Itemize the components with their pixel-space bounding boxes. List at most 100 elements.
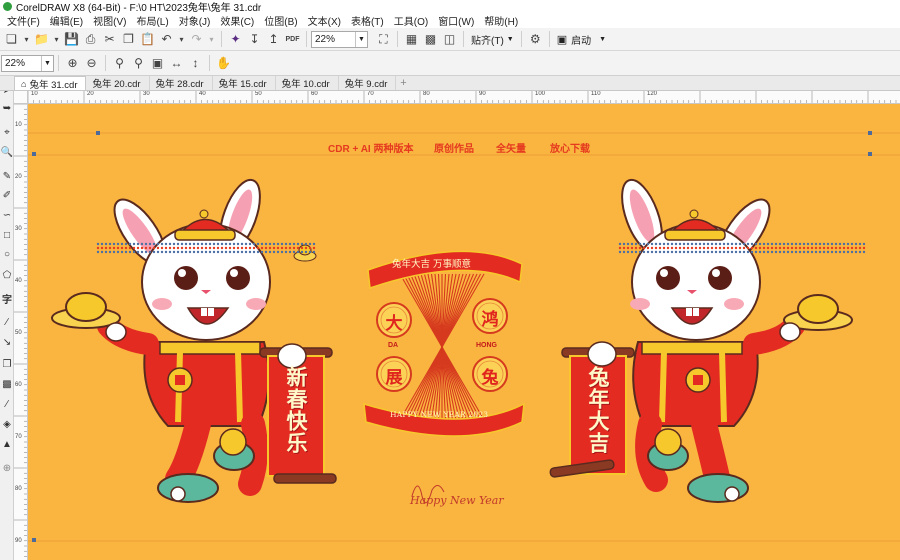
drop-shadow-icon[interactable]: ❐	[1, 358, 13, 370]
open-dropdown-icon[interactable]: ▾	[51, 30, 62, 49]
scroll-couplet-right[interactable]: 兔年大吉	[583, 366, 613, 454]
selection-handle[interactable]	[32, 152, 36, 156]
chevron-down-icon[interactable]: ▼	[355, 31, 367, 47]
chevron-down-icon[interactable]: ▼	[41, 55, 53, 71]
property-zoom-combo[interactable]: 22% ▼	[1, 54, 54, 72]
launch-button[interactable]: ▣ 启动 ▼	[554, 30, 609, 49]
full-screen-icon[interactable]: ⛶	[374, 30, 393, 49]
connector-tool-icon[interactable]: ↘	[1, 336, 13, 348]
medal-hong[interactable]: 鸿	[475, 305, 505, 330]
ellipse-tool-icon[interactable]: ○	[1, 248, 13, 260]
undo-icon[interactable]: ↶	[157, 30, 176, 49]
menu-object[interactable]: 对象(J)	[174, 13, 216, 28]
tab-document-10[interactable]: 兔年 10.cdr	[276, 76, 339, 90]
menu-file[interactable]: 文件(F)	[2, 13, 45, 28]
ruler-origin-corner[interactable]	[14, 91, 28, 104]
text-tool-icon[interactable]: 字	[1, 292, 13, 306]
zoom-to-selected-icon[interactable]: ⚲	[110, 54, 129, 73]
selection-handle[interactable]	[96, 131, 100, 135]
pan-hand-icon[interactable]: ✋	[214, 54, 233, 73]
menu-tools[interactable]: 工具(O)	[389, 13, 433, 28]
show-guidelines-icon[interactable]: ◫	[440, 30, 459, 49]
banner-versions-text[interactable]: CDR + AI 两种版本	[328, 140, 413, 155]
banner-vector-text[interactable]: 全矢量	[496, 140, 526, 155]
import-icon[interactable]: ↧	[245, 30, 264, 49]
badge-top-text[interactable]: 兔年大吉 万事顺意	[392, 256, 471, 270]
selection-handle[interactable]	[32, 538, 36, 542]
banner-original-text[interactable]: 原创作品	[434, 140, 474, 155]
transparency-tool-icon[interactable]: ▩	[1, 378, 13, 390]
scroll-couplet-left[interactable]: 新春快乐	[281, 366, 311, 454]
zoom-to-all-objects-icon[interactable]: ⚲	[129, 54, 148, 73]
badge-bottom-text[interactable]: HAPPY NEW YEAR 2023	[390, 410, 488, 419]
menu-edit[interactable]: 编辑(E)	[45, 13, 88, 28]
zoom-out-icon[interactable]: ⊖	[82, 54, 101, 73]
medal-da[interactable]: 大	[379, 309, 409, 334]
redo-dropdown-icon[interactable]: ▾	[206, 30, 217, 49]
undo-dropdown-icon[interactable]: ▾	[176, 30, 187, 49]
cut-icon[interactable]: ✂	[100, 30, 119, 49]
shape-tool-icon[interactable]: ➥	[1, 102, 13, 114]
pen-curve-icon[interactable]: ∽	[1, 209, 13, 221]
menu-view[interactable]: 视图(V)	[88, 13, 131, 28]
smart-fill-icon[interactable]: ▲	[1, 438, 13, 450]
show-grid-icon[interactable]: ▩	[421, 30, 440, 49]
signature-text[interactable]: Happy New Year	[410, 494, 504, 507]
save-icon[interactable]: 💾	[62, 30, 81, 49]
eyedropper-tool-icon[interactable]: ∕	[1, 398, 13, 410]
redo-icon[interactable]: ↷	[187, 30, 206, 49]
artistic-media-icon[interactable]: ✐	[1, 189, 13, 201]
copy-icon[interactable]: ❐	[119, 30, 138, 49]
open-folder-icon[interactable]: 📁	[32, 30, 51, 49]
new-dropdown-icon[interactable]: ▾	[21, 30, 32, 49]
parallel-dimension-icon[interactable]: ∕	[1, 316, 13, 328]
pinyin-hong[interactable]: HONG	[476, 342, 497, 349]
selection-handle[interactable]	[868, 131, 872, 135]
chevron-down-icon: ▼	[506, 35, 514, 43]
zoom-to-page-height-icon[interactable]: ↕	[186, 54, 205, 73]
add-tool-icon[interactable]: ⊕	[1, 462, 13, 474]
menu-window[interactable]: 窗口(W)	[433, 13, 479, 28]
medal-tu[interactable]: 兔	[475, 363, 505, 388]
zoom-level-combo[interactable]: 22% ▼	[311, 30, 368, 48]
zoom-to-page-width-icon[interactable]: ↔	[167, 54, 186, 73]
banner-download-text[interactable]: 放心下载	[550, 140, 590, 155]
print-icon[interactable]: ⎙	[81, 30, 100, 49]
options-gear-icon[interactable]: ⚙	[526, 30, 545, 49]
zoom-tool-icon[interactable]: 🔍	[1, 146, 13, 158]
snap-to-button[interactable]: 贴齐(T) ▼	[468, 30, 517, 49]
vertical-ruler[interactable]: 10 20 30 40 50 60 70 80 90	[14, 104, 28, 560]
pinyin-da[interactable]: DA	[388, 342, 398, 349]
tab-document-15[interactable]: 兔年 15.cdr	[213, 76, 276, 90]
crop-tool-icon[interactable]: ⌖	[1, 126, 13, 138]
freehand-tool-icon[interactable]: ✎	[1, 170, 13, 182]
zoom-in-icon[interactable]: ⊕	[63, 54, 82, 73]
menu-bitmaps[interactable]: 位图(B)	[259, 13, 302, 28]
tab-document-9[interactable]: 兔年 9.cdr	[339, 76, 397, 90]
show-rulers-icon[interactable]: ▦	[402, 30, 421, 49]
menu-help[interactable]: 帮助(H)	[479, 13, 523, 28]
interactive-fill-icon[interactable]: ◈	[1, 418, 13, 430]
horizontal-ruler[interactable]: 10 20 30 40 50 60 70 80 90 100 110 120	[28, 91, 900, 104]
menu-effects[interactable]: 效果(C)	[215, 13, 259, 28]
publish-pdf-icon[interactable]: PDF	[283, 30, 302, 49]
tab-document-31[interactable]: ⌂ 兔年 31.cdr	[14, 76, 87, 91]
rectangle-tool-icon[interactable]: □	[1, 229, 13, 241]
new-tab-plus-icon[interactable]: +	[396, 76, 410, 90]
artwork[interactable]	[28, 104, 900, 560]
menu-table[interactable]: 表格(T)	[346, 13, 389, 28]
tab-document-20[interactable]: 兔年 20.cdr	[86, 76, 150, 90]
drawing-canvas[interactable]: CDR + AI 两种版本 原创作品 全矢量 放心下载 新春快乐 兔年大吉 兔年…	[28, 104, 900, 560]
polygon-tool-icon[interactable]: ⬠	[1, 269, 13, 281]
menu-layout[interactable]: 布局(L)	[131, 13, 173, 28]
medal-zhan[interactable]: 展	[379, 363, 409, 388]
search-content-icon[interactable]: ✦	[226, 30, 245, 49]
new-document-icon[interactable]: ❏	[2, 30, 21, 49]
menu-text[interactable]: 文本(X)	[303, 13, 346, 28]
paste-icon[interactable]: 📋	[138, 30, 157, 49]
ruler-label: 90	[479, 91, 486, 97]
export-icon[interactable]: ↥	[264, 30, 283, 49]
selection-handle[interactable]	[868, 152, 872, 156]
tab-document-28[interactable]: 兔年 28.cdr	[150, 76, 213, 90]
zoom-to-page-icon[interactable]: ▣	[148, 54, 167, 73]
